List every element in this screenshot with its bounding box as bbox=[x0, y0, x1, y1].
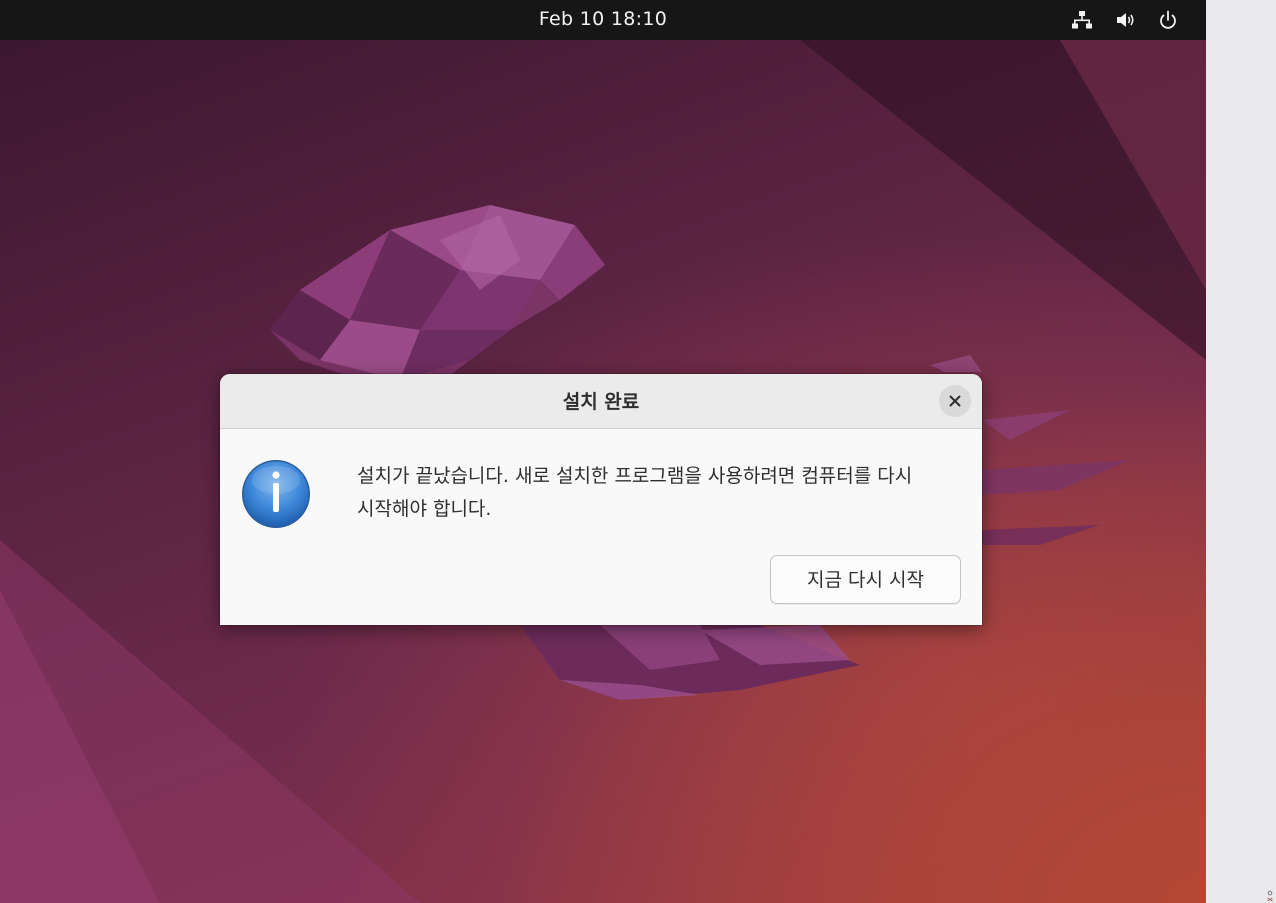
power-icon[interactable] bbox=[1157, 9, 1179, 31]
info-icon bbox=[240, 458, 312, 530]
top-panel: Feb 10 18:10 bbox=[0, 0, 1206, 40]
install-complete-dialog: 설치 완료 설치가 끝났습니다. 새로 설치한 프로그램을 사용하려면 컴퓨터를… bbox=[220, 374, 982, 625]
corner-mark-icon bbox=[1267, 890, 1273, 902]
clock[interactable]: Feb 10 18:10 bbox=[0, 0, 1206, 40]
close-icon bbox=[949, 395, 961, 407]
dialog-message: 설치가 끝났습니다. 새로 설치한 프로그램을 사용하려면 컴퓨터를 다시 시작… bbox=[357, 465, 913, 520]
dialog-header: 설치 완료 bbox=[220, 374, 982, 429]
volume-icon[interactable] bbox=[1115, 9, 1137, 31]
screenshot-root: Feb 10 18:10 설치 완료 설치가 끝났습니다. 새로 설치한 프로그… bbox=[0, 0, 1276, 903]
network-icon[interactable] bbox=[1071, 9, 1093, 31]
dialog-title: 설치 완료 bbox=[562, 391, 640, 413]
restart-now-button[interactable]: 지금 다시 시작 bbox=[770, 555, 961, 604]
close-button[interactable] bbox=[939, 385, 971, 417]
desktop-screen: Feb 10 18:10 설치 완료 설치가 끝났습니다. 새로 설치한 프로그… bbox=[0, 0, 1206, 903]
